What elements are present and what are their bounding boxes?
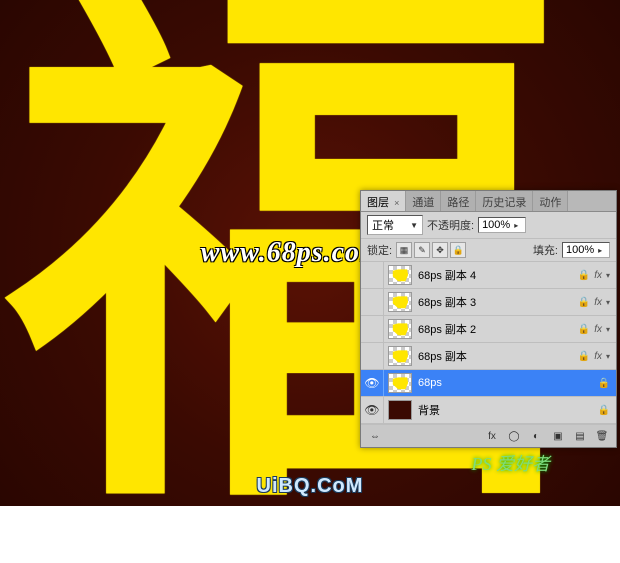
fill-value: 100% bbox=[566, 244, 594, 256]
layers-panel: 图层 × 通道 路径 历史记录 动作 正常 ▼ 不透明度: 100% ▸ 锁定:… bbox=[360, 190, 617, 448]
fx-icon[interactable]: fx bbox=[594, 351, 602, 362]
adjustment-icon[interactable]: ◐ bbox=[528, 428, 544, 444]
eye-icon: 👁 bbox=[364, 403, 379, 417]
lock-fill-row: 锁定: ▦ ✎ ✥ 🔒 填充: 100% ▸ bbox=[361, 239, 616, 262]
layer-name[interactable]: 背景 bbox=[416, 402, 598, 418]
layer-status-icons: 🔒 fx ▾ bbox=[578, 297, 616, 308]
layer-thumbnail[interactable] bbox=[388, 400, 412, 420]
fx-icon[interactable]: fx bbox=[594, 324, 602, 335]
chevron-down-icon: ▼ bbox=[410, 221, 418, 230]
blend-mode-value: 正常 bbox=[372, 217, 394, 233]
group-icon[interactable]: ▣ bbox=[550, 428, 566, 444]
opacity-field[interactable]: 100% ▸ bbox=[478, 217, 526, 233]
lock-icon: 🔒 bbox=[578, 270, 590, 281]
eye-icon: 👁 bbox=[364, 376, 379, 390]
panel-tabs: 图层 × 通道 路径 历史记录 动作 bbox=[361, 191, 616, 212]
tab-layers[interactable]: 图层 × bbox=[361, 191, 406, 211]
visibility-toggle[interactable]: 👁 bbox=[361, 370, 384, 396]
tab-paths[interactable]: 路径 bbox=[441, 191, 476, 211]
tab-history[interactable]: 历史记录 bbox=[476, 191, 533, 211]
lock-pixels-icon[interactable]: ✎ bbox=[414, 242, 430, 258]
chevron-down-icon[interactable]: ▾ bbox=[606, 271, 610, 280]
lock-icons: ▦ ✎ ✥ 🔒 bbox=[396, 242, 466, 258]
lock-transparency-icon[interactable]: ▦ bbox=[396, 242, 412, 258]
fx-icon[interactable]: fx bbox=[484, 428, 500, 444]
lock-icon: 🔒 bbox=[578, 351, 590, 362]
layer-row[interactable]: 68ps 副本 2🔒 fx ▾ bbox=[361, 316, 616, 343]
lock-icon: 🔒 bbox=[578, 297, 590, 308]
layer-thumbnail[interactable] bbox=[388, 373, 412, 393]
lock-all-icon[interactable]: 🔒 bbox=[450, 242, 466, 258]
lock-position-icon[interactable]: ✥ bbox=[432, 242, 448, 258]
close-icon[interactable]: × bbox=[394, 198, 399, 208]
visibility-toggle[interactable] bbox=[361, 262, 384, 288]
lock-label: 锁定: bbox=[367, 242, 392, 258]
lock-icon: 🔒 bbox=[598, 405, 610, 416]
fx-icon[interactable]: fx bbox=[594, 270, 602, 281]
lock-icon: 🔒 bbox=[598, 378, 610, 389]
visibility-toggle[interactable] bbox=[361, 289, 384, 315]
layer-row[interactable]: 68ps 副本 3🔒 fx ▾ bbox=[361, 289, 616, 316]
chevron-right-icon: ▸ bbox=[598, 246, 602, 255]
layer-thumbnail[interactable] bbox=[388, 265, 412, 285]
layer-name[interactable]: 68ps bbox=[416, 377, 598, 389]
layer-status-icons: 🔒 fx ▾ bbox=[578, 270, 616, 281]
watermark-bottom: UiBQ.CoM bbox=[257, 475, 364, 498]
layer-row[interactable]: 👁 背景🔒 bbox=[361, 397, 616, 424]
opacity-label: 不透明度: bbox=[427, 217, 474, 233]
trash-icon[interactable]: 🗑 bbox=[594, 428, 610, 444]
layer-status-icons: 🔒 fx ▾ bbox=[578, 324, 616, 335]
layer-row[interactable]: 68ps 副本 4🔒 fx ▾ bbox=[361, 262, 616, 289]
fill-field[interactable]: 100% ▸ bbox=[562, 242, 610, 258]
layer-status-icons: 🔒 bbox=[598, 405, 616, 416]
blend-mode-dropdown[interactable]: 正常 ▼ bbox=[367, 215, 423, 235]
layer-status-icons: 🔒 bbox=[598, 378, 616, 389]
tab-layers-label: 图层 bbox=[367, 197, 389, 209]
chevron-right-icon: ▸ bbox=[514, 221, 518, 230]
layer-thumbnail[interactable] bbox=[388, 292, 412, 312]
fill-label: 填充: bbox=[533, 242, 558, 258]
watermark-center: www.68ps.com bbox=[201, 237, 383, 269]
layer-name[interactable]: 68ps 副本 3 bbox=[416, 294, 578, 310]
visibility-toggle[interactable] bbox=[361, 343, 384, 369]
opacity-value: 100% bbox=[482, 219, 510, 231]
chevron-down-icon[interactable]: ▾ bbox=[606, 298, 610, 307]
layer-name[interactable]: 68ps 副本 4 bbox=[416, 267, 578, 283]
panel-footer: ⇔ fx ◯ ◐ ▣ ▤ 🗑 bbox=[361, 424, 616, 447]
visibility-toggle[interactable] bbox=[361, 316, 384, 342]
layer-status-icons: 🔒 fx ▾ bbox=[578, 351, 616, 362]
link-layers-icon[interactable]: ⇔ bbox=[367, 428, 383, 444]
mask-icon[interactable]: ◯ bbox=[506, 428, 522, 444]
blend-opacity-row: 正常 ▼ 不透明度: 100% ▸ bbox=[361, 212, 616, 239]
watermark-logo: PS 爱好者 bbox=[472, 450, 551, 476]
layer-list: 68ps 副本 4🔒fx▾68ps 副本 3🔒fx▾68ps 副本 2🔒fx▾6… bbox=[361, 262, 616, 424]
chevron-down-icon[interactable]: ▾ bbox=[606, 352, 610, 361]
chevron-down-icon[interactable]: ▾ bbox=[606, 325, 610, 334]
layer-thumbnail[interactable] bbox=[388, 319, 412, 339]
tab-channels[interactable]: 通道 bbox=[406, 191, 441, 211]
layer-name[interactable]: 68ps 副本 bbox=[416, 348, 578, 364]
layer-row[interactable]: 👁 68ps🔒 bbox=[361, 370, 616, 397]
layer-row[interactable]: 68ps 副本🔒 fx ▾ bbox=[361, 343, 616, 370]
tab-actions[interactable]: 动作 bbox=[533, 191, 568, 211]
layer-name[interactable]: 68ps 副本 2 bbox=[416, 321, 578, 337]
visibility-toggle[interactable]: 👁 bbox=[361, 397, 384, 423]
new-layer-icon[interactable]: ▤ bbox=[572, 428, 588, 444]
layer-thumbnail[interactable] bbox=[388, 346, 412, 366]
lock-icon: 🔒 bbox=[578, 324, 590, 335]
fx-icon[interactable]: fx bbox=[594, 297, 602, 308]
